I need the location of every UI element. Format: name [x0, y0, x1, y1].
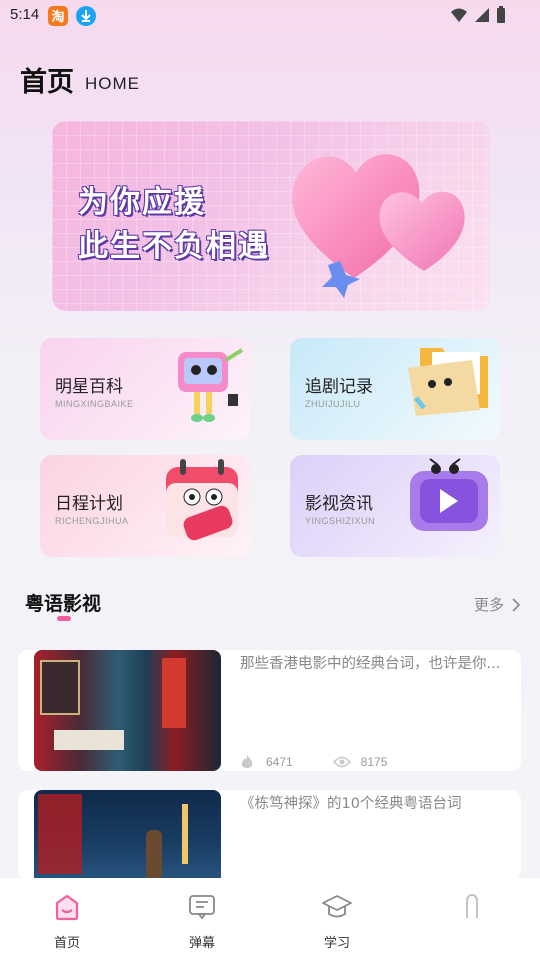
tile-schedule-plan[interactable]: 日程计划 RICHENGJIHUA	[40, 455, 250, 557]
graduation-cap-icon	[322, 895, 352, 918]
article-card[interactable]: 那些香港电影中的经典台词，也许是你... 6471 8175	[18, 650, 521, 771]
view-count: 8175	[360, 755, 388, 769]
tab-danmaku[interactable]: 弹幕	[162, 892, 242, 951]
svg-text:淘: 淘	[51, 9, 64, 25]
folder-icon	[408, 348, 488, 416]
tab-label: 弹幕	[188, 936, 215, 951]
tile-title: 明星百科	[55, 377, 123, 397]
tv-robot-icon	[178, 348, 244, 422]
section-underline	[57, 616, 71, 621]
home-icon	[55, 894, 79, 921]
article-stats: 6471 8175	[240, 754, 387, 770]
tab-study[interactable]: 学习	[297, 892, 377, 951]
flame-icon	[241, 755, 253, 768]
article-title: 那些香港电影中的经典台词，也许是你...	[240, 656, 501, 672]
tile-drama-record[interactable]: 追剧记录 ZHUIJUJILU	[290, 338, 500, 440]
signal-icon	[475, 8, 489, 22]
tab-profile[interactable]	[432, 892, 512, 932]
like-count: 6471	[266, 755, 293, 769]
bottom-tab-bar: 首页 弹幕 学习	[0, 878, 540, 960]
banner-line-1: 为你应援	[78, 185, 206, 220]
tile-title: 影视资讯	[305, 494, 373, 514]
tile-title: 追剧记录	[305, 377, 373, 397]
article-thumbnail	[34, 650, 221, 771]
tile-subtitle: ZHUIJUJILU	[305, 399, 361, 409]
page-title: 首页	[20, 67, 74, 98]
promo-banner[interactable]: 为你应援 此生不负相遇	[52, 121, 490, 311]
tile-subtitle: RICHENGJIHUA	[55, 516, 129, 526]
article-thumbnail	[34, 790, 221, 880]
banner-line-2: 此生不负相遇	[78, 229, 270, 264]
download-icon	[76, 6, 96, 26]
tab-label: 首页	[53, 936, 80, 951]
danmaku-icon	[189, 895, 215, 920]
hearts-illustration	[292, 154, 465, 298]
more-label: 更多	[473, 596, 504, 614]
article-title: 《栋笃神探》的10个经典粤语台词	[240, 796, 462, 812]
tile-star-encyclopedia[interactable]: 明星百科 MINGXINGBAIKE	[40, 338, 250, 440]
taobao-app-icon: 淘	[48, 6, 68, 26]
tile-subtitle: YINGSHIZIXUN	[305, 516, 376, 526]
tab-label: 学习	[323, 936, 350, 951]
eye-icon	[332, 756, 351, 768]
video-tv-icon	[410, 458, 488, 531]
tile-film-news[interactable]: 影视资讯 YINGSHIZIXUN	[290, 455, 500, 557]
status-bar: 5:14 淘	[0, 0, 540, 32]
chevron-right-icon	[512, 597, 520, 612]
section-title: 粤语影视	[25, 593, 102, 615]
more-link[interactable]: 更多	[474, 594, 520, 615]
profile-icon	[466, 894, 478, 918]
wifi-icon	[451, 8, 467, 22]
status-time: 5:14	[10, 6, 40, 23]
calendar-today-icon	[166, 459, 238, 541]
tab-home[interactable]: 首页	[27, 892, 107, 951]
article-card[interactable]: 《栋笃神探》的10个经典粤语台词	[18, 790, 521, 880]
page-subtitle: HOME	[85, 74, 140, 93]
tile-title: 日程计划	[55, 494, 123, 514]
battery-icon	[497, 6, 505, 23]
tile-subtitle: MINGXINGBAIKE	[55, 399, 134, 409]
